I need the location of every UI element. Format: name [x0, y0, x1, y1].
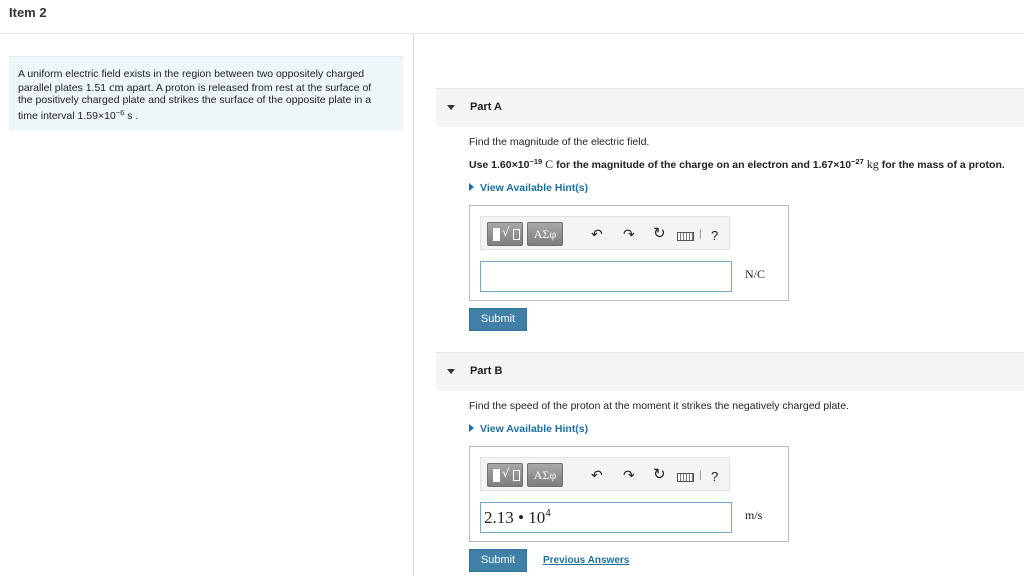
help-icon[interactable]: ?	[711, 228, 718, 243]
redo-icon[interactable]: ↷	[623, 463, 635, 487]
problem-line: A uniform electric field exists in the r…	[18, 68, 365, 80]
part-b-answer-box: √ ΑΣφ ↶ ↷ ↻ | ? 2.13 • 104 m/s	[469, 446, 789, 542]
part-b-answer-input[interactable]: 2.13 • 104	[480, 502, 732, 533]
templates-icon[interactable]: √	[487, 222, 523, 246]
reset-icon[interactable]: ↻	[653, 463, 666, 487]
templates-icon[interactable]: √	[487, 463, 523, 487]
expand-triangle-icon	[469, 183, 474, 191]
part-b-view-hints-link[interactable]: View Available Hint(s)	[469, 423, 588, 435]
redo-icon[interactable]: ↷	[623, 222, 635, 246]
item-title: Item 2	[9, 5, 47, 20]
toolbar-separator: |	[699, 229, 702, 240]
toolbar-separator: |	[699, 470, 702, 481]
problem-statement: A uniform electric field exists in the r…	[9, 56, 403, 130]
greek-symbols-icon[interactable]: ΑΣφ	[527, 463, 563, 487]
part-b-header[interactable]: Part B	[436, 352, 1024, 391]
problem-line: the positively charged plate and strikes…	[18, 94, 372, 106]
part-a-answer-box: √ ΑΣφ ↶ ↷ ↻ | ? N/C	[469, 205, 789, 301]
item-header: Item 2	[0, 0, 1024, 34]
part-a-answer-input[interactable]	[480, 261, 732, 292]
expand-triangle-icon	[469, 424, 474, 432]
part-b-submit-button[interactable]: Submit	[469, 549, 527, 572]
part-b-label: Part B	[470, 365, 503, 377]
part-b-question: Find the speed of the proton at the mome…	[469, 400, 849, 412]
reset-icon[interactable]: ↻	[653, 222, 666, 246]
column-divider	[413, 34, 414, 576]
math-toolbar: √ ΑΣφ ↶ ↷ ↻ | ?	[480, 457, 730, 491]
problem-line: time interval 1.59×10−6 s .	[18, 107, 139, 122]
part-b-unit: m/s	[745, 508, 763, 522]
keyboard-icon[interactable]	[677, 232, 694, 241]
collapse-triangle-icon[interactable]	[447, 369, 455, 374]
keyboard-icon[interactable]	[677, 473, 694, 482]
previous-answers-link[interactable]: Previous Answers	[543, 555, 629, 566]
part-a-unit: N/C	[745, 267, 766, 281]
math-toolbar: √ ΑΣφ ↶ ↷ ↻ | ?	[480, 216, 730, 250]
undo-icon[interactable]: ↶	[591, 222, 603, 246]
part-a-label: Part A	[470, 101, 502, 113]
part-a-note: Use 1.60×10−19 C for the magnitude of th…	[469, 157, 1005, 171]
part-a-submit-button[interactable]: Submit	[469, 308, 527, 331]
help-icon[interactable]: ?	[711, 469, 718, 484]
undo-icon[interactable]: ↶	[591, 463, 603, 487]
collapse-triangle-icon[interactable]	[447, 105, 455, 110]
greek-symbols-icon[interactable]: ΑΣφ	[527, 222, 563, 246]
part-a-view-hints-link[interactable]: View Available Hint(s)	[469, 182, 588, 194]
part-a-header[interactable]: Part A	[436, 88, 1024, 127]
part-a-question: Find the magnitude of the electric field…	[469, 136, 650, 148]
problem-line: parallel plates 1.51 cm apart. A proton …	[18, 79, 372, 94]
